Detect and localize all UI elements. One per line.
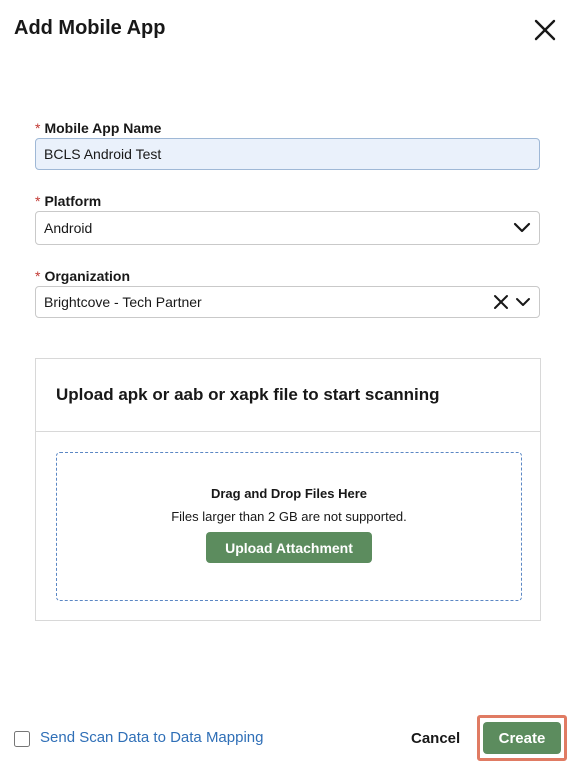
dropzone-title: Drag and Drop Files Here bbox=[210, 486, 368, 501]
organization-value: Brightcove - Tech Partner bbox=[44, 294, 202, 310]
cancel-button[interactable]: Cancel bbox=[408, 727, 463, 749]
organization-dropdown-toggle[interactable] bbox=[515, 296, 531, 308]
required-marker: * bbox=[35, 268, 41, 284]
dropzone-note: Files larger than 2 GB are not supported… bbox=[171, 509, 407, 524]
required-marker: * bbox=[35, 193, 41, 209]
chevron-down-icon bbox=[516, 298, 530, 306]
clear-icon bbox=[494, 295, 508, 309]
send-scan-data-checkbox[interactable] bbox=[14, 731, 30, 747]
platform-select[interactable]: Android bbox=[35, 211, 540, 245]
close-button[interactable] bbox=[532, 17, 558, 43]
file-dropzone[interactable]: Drag and Drop Files Here Files larger th… bbox=[56, 452, 522, 601]
platform-value: Android bbox=[44, 220, 93, 236]
app-name-value: BCLS Android Test bbox=[44, 146, 162, 162]
chevron-down-icon bbox=[513, 222, 531, 233]
app-name-label: * Mobile App Name bbox=[35, 120, 161, 136]
organization-label: * Organization bbox=[35, 268, 130, 284]
upload-heading: Upload apk or aab or xapk file to start … bbox=[36, 359, 540, 432]
modal-title: Add Mobile App bbox=[14, 17, 166, 39]
app-name-input[interactable]: BCLS Android Test bbox=[35, 138, 540, 170]
organization-select[interactable]: Brightcove - Tech Partner bbox=[35, 286, 540, 318]
create-button-focus-ring: Create bbox=[477, 715, 567, 761]
organization-clear-button[interactable] bbox=[493, 294, 509, 310]
create-button[interactable]: Create bbox=[483, 722, 561, 754]
platform-dropdown-toggle[interactable] bbox=[513, 222, 531, 234]
upload-card: Upload apk or aab or xapk file to start … bbox=[35, 358, 541, 621]
send-scan-data-link[interactable]: Send Scan Data to Data Mapping bbox=[40, 729, 263, 746]
platform-label-text: Platform bbox=[44, 193, 102, 209]
upload-attachment-button[interactable]: Upload Attachment bbox=[206, 532, 372, 563]
required-marker: * bbox=[35, 120, 41, 136]
organization-label-text: Organization bbox=[44, 268, 131, 284]
close-icon bbox=[534, 19, 556, 41]
app-name-label-text: Mobile App Name bbox=[44, 120, 162, 136]
platform-label: * Platform bbox=[35, 193, 101, 209]
